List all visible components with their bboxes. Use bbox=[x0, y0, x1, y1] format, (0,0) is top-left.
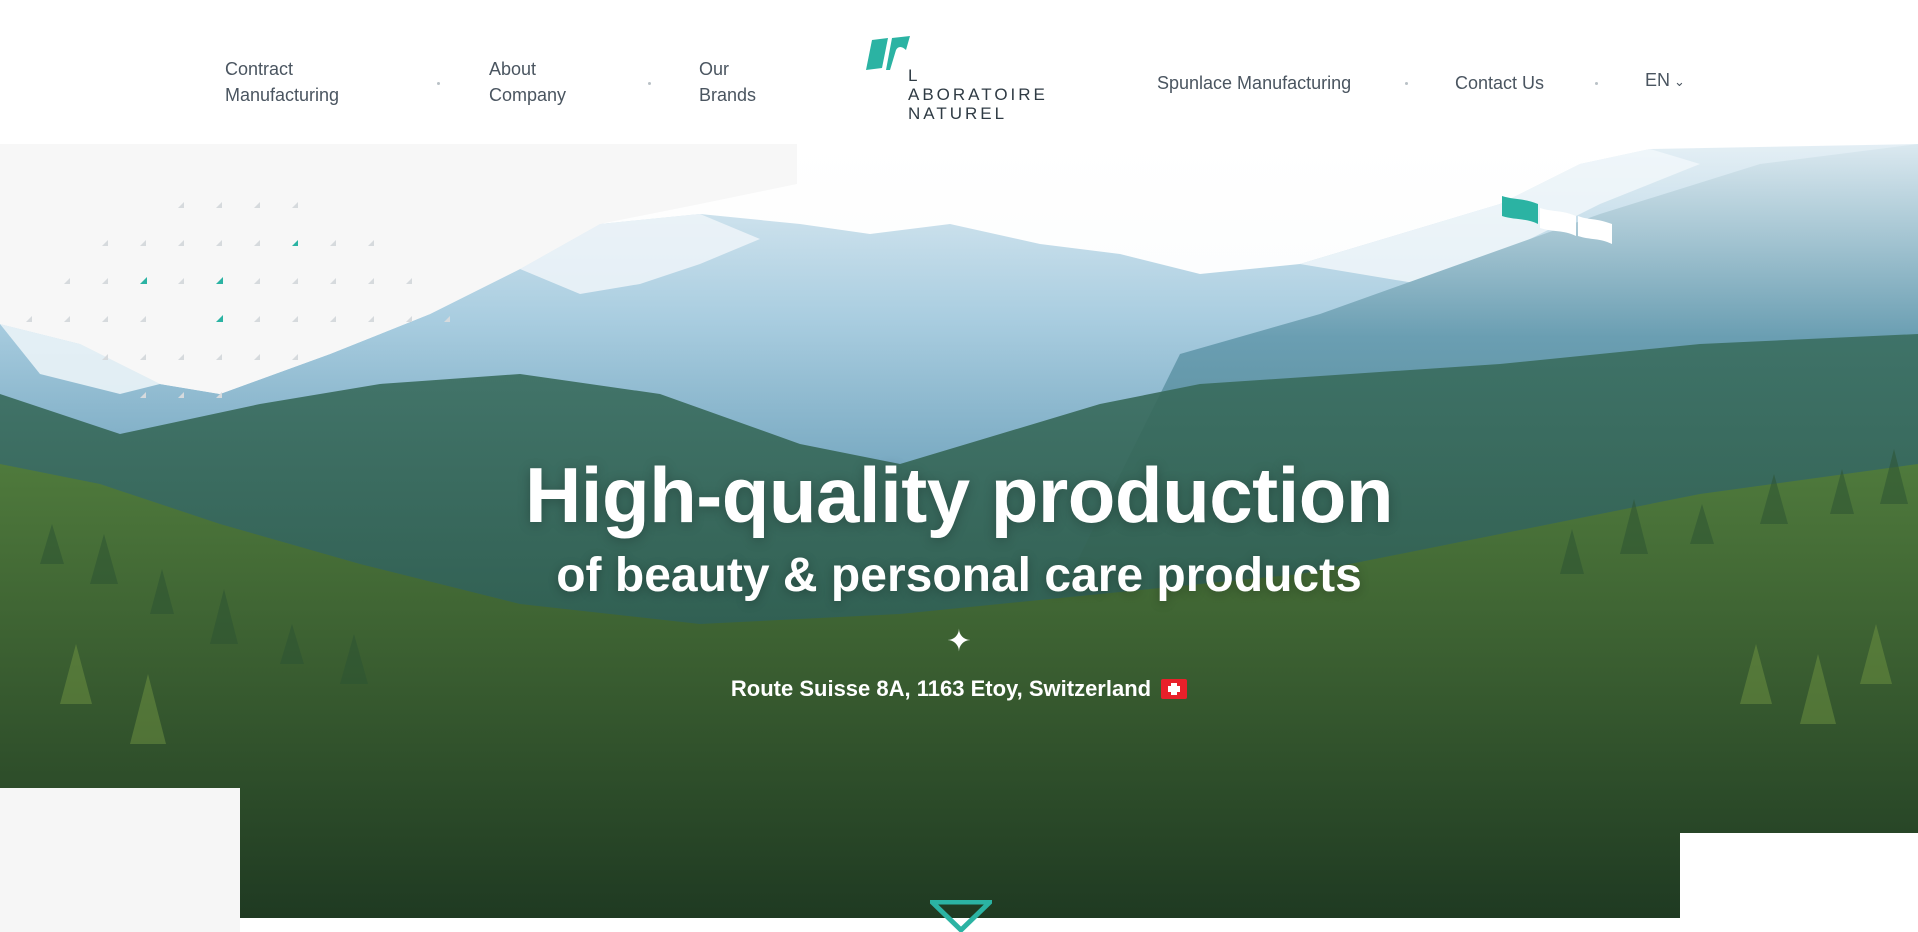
nav-separator bbox=[648, 82, 651, 85]
nav-separator bbox=[1405, 82, 1408, 85]
nav-about-company[interactable]: About Company bbox=[489, 56, 566, 108]
language-selector[interactable]: EN ⌄ bbox=[1645, 70, 1685, 91]
logo-line1: L ABORATOIRE bbox=[908, 66, 1048, 104]
nav-label-line2: Brands bbox=[699, 85, 757, 105]
nav-separator bbox=[437, 82, 440, 85]
grey-corner-block bbox=[0, 788, 240, 932]
address-line: Route Suisse 8A, 1163 Etoy, Switzerland bbox=[0, 676, 1918, 702]
address-text: Route Suisse 8A, 1163 Etoy, Switzerland bbox=[730, 676, 1152, 701]
nav-contact-us[interactable]: Contact Us bbox=[1455, 70, 1544, 96]
nav-separator bbox=[1595, 82, 1598, 85]
logo-wordmark: L ABORATOIRE NATUREL bbox=[908, 66, 1056, 123]
nav-spunlace-manufacturing[interactable]: Spunlace Manufacturing bbox=[1157, 70, 1351, 96]
nav-contract-manufacturing[interactable]: Contract Manufacturing bbox=[225, 56, 339, 108]
hero-subtitle: of beauty & personal care products bbox=[556, 549, 1362, 602]
site-header: Contract Manufacturing About Company Our… bbox=[0, 0, 1918, 144]
flags-decoration bbox=[1502, 196, 1612, 244]
swiss-flag-icon bbox=[1161, 679, 1188, 699]
nav-label-line2: Company bbox=[489, 85, 567, 105]
nav-label-line1: About bbox=[489, 59, 537, 79]
logo-mark-icon bbox=[866, 36, 910, 70]
hero-title: High-quality production bbox=[524, 451, 1394, 539]
language-label: EN bbox=[1645, 70, 1671, 90]
brand-logo[interactable]: L ABORATOIRE NATUREL bbox=[866, 36, 1056, 123]
scroll-down-arrow-icon[interactable] bbox=[930, 900, 992, 932]
white-corner-block bbox=[1680, 833, 1918, 932]
nav-label-line1: Contract bbox=[225, 59, 294, 79]
sparkle-icon: ✦ bbox=[946, 625, 972, 658]
chevron-down-icon: ⌄ bbox=[1674, 74, 1685, 89]
nav-label-line1: Our bbox=[699, 59, 730, 79]
logo-line2: NATUREL bbox=[908, 104, 1008, 123]
nav-label-line2: Manufacturing bbox=[225, 85, 340, 105]
nav-our-brands[interactable]: Our Brands bbox=[699, 56, 756, 108]
